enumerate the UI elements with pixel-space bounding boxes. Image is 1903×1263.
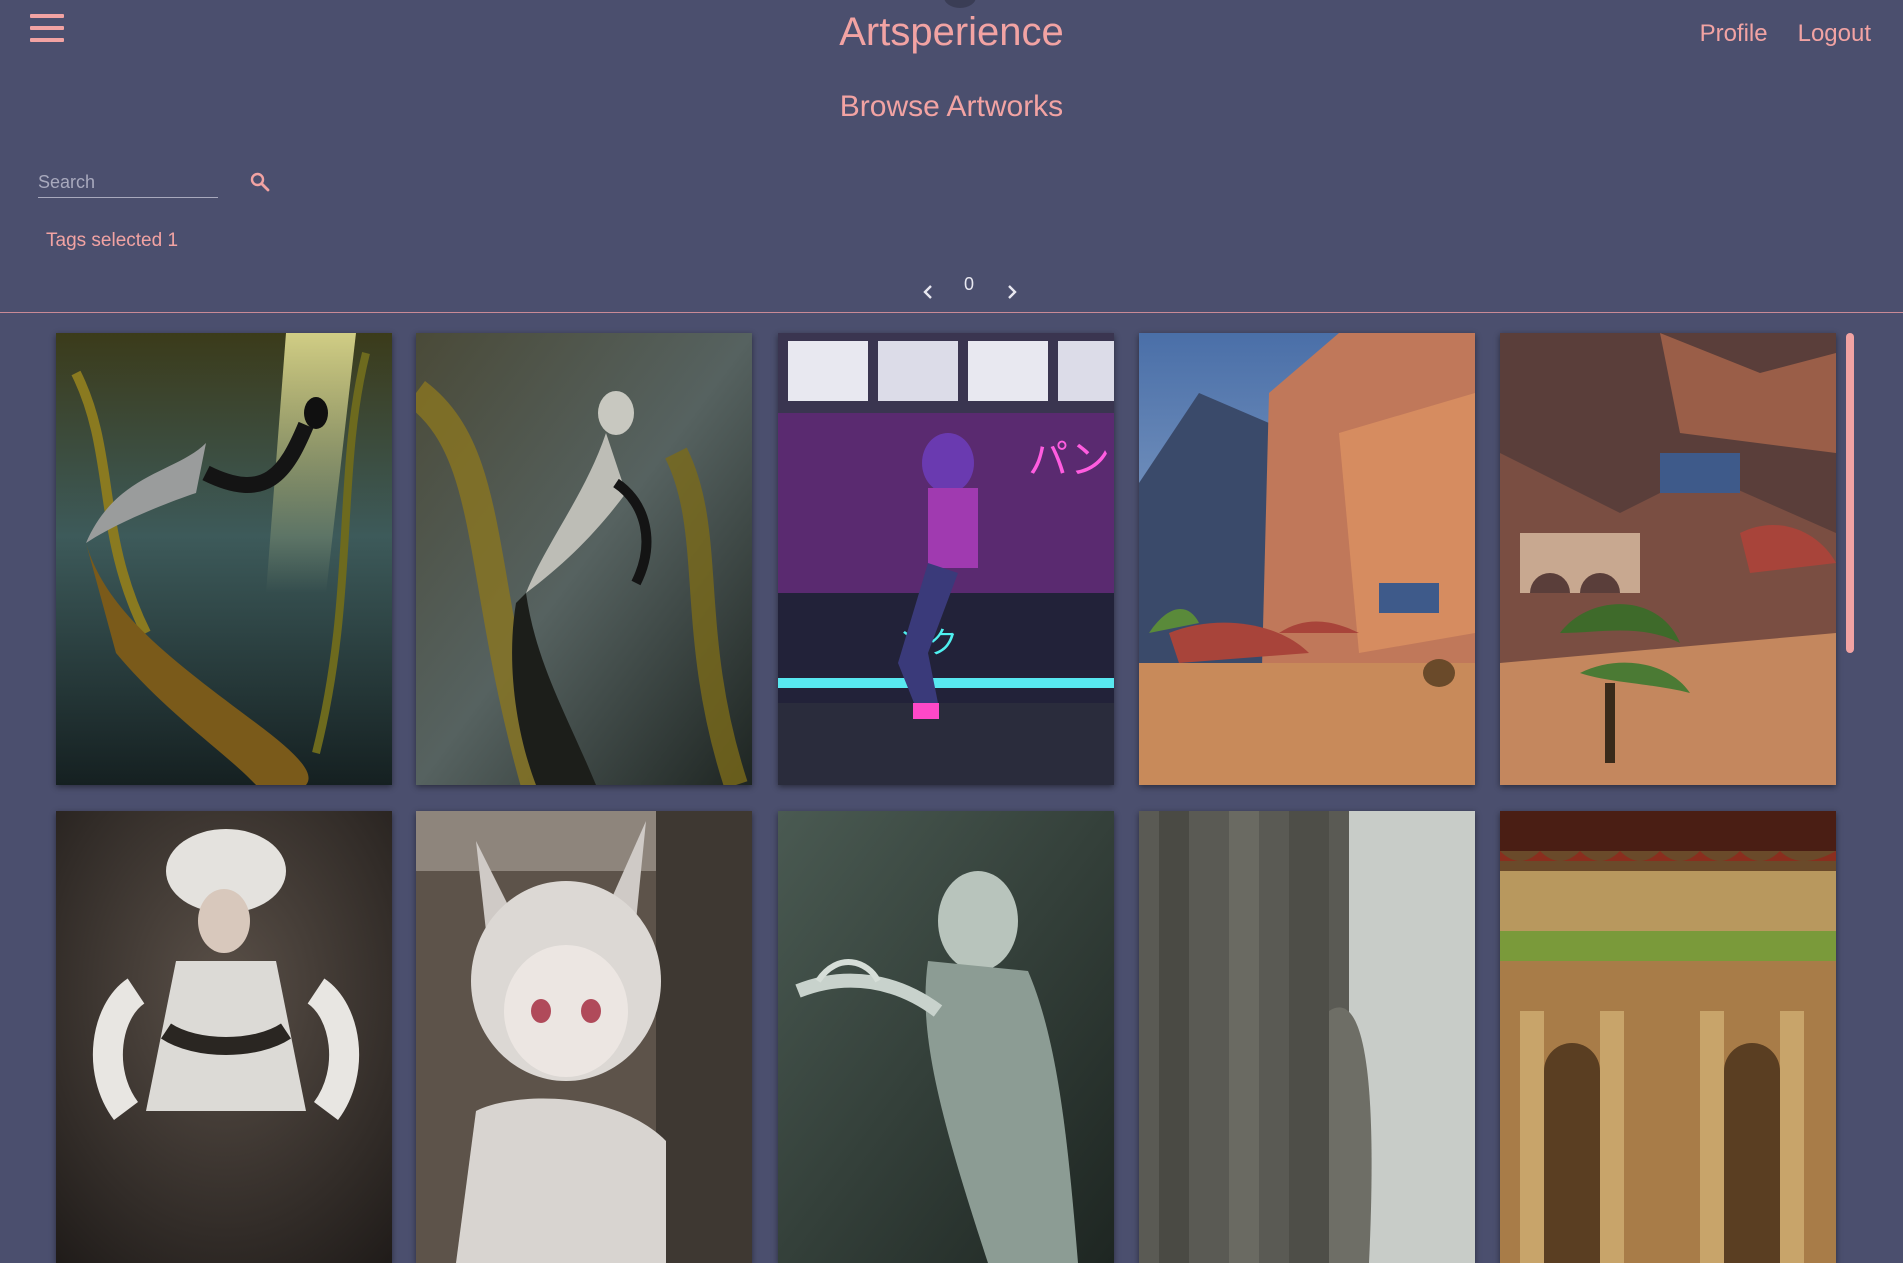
artwork-card[interactable] (56, 333, 392, 785)
page-title: Browse Artworks (839, 90, 1064, 123)
app-title: Artsperience (839, 10, 1064, 54)
profile-link[interactable]: Profile (1700, 20, 1768, 48)
artwork-image: パン ンク (778, 333, 1114, 785)
artwork-card[interactable] (1139, 811, 1475, 1263)
chevron-right-icon[interactable] (1000, 280, 1024, 304)
artwork-image (1500, 811, 1836, 1263)
artwork-image (416, 811, 752, 1263)
logout-link[interactable]: Logout (1798, 20, 1871, 48)
top-bar: Artsperience Profile Logout (0, 0, 1903, 70)
header-divider (0, 312, 1903, 313)
tags-selected-button[interactable]: Tags selected 1 (46, 230, 178, 252)
artwork-image (1500, 333, 1836, 785)
artwork-card[interactable]: パン ンク (778, 333, 1114, 785)
page-number: 0 (964, 274, 975, 294)
gallery-scrollbar[interactable] (1846, 333, 1854, 653)
artwork-card[interactable] (1139, 333, 1475, 785)
search-input[interactable] (38, 168, 218, 196)
search-field (38, 168, 218, 198)
artwork-image (778, 811, 1114, 1263)
artwork-card[interactable] (416, 333, 752, 785)
svg-text:パン: パン (1028, 437, 1110, 483)
artwork-card[interactable] (56, 811, 392, 1263)
artwork-image (56, 333, 392, 785)
top-nav: Profile Logout (1700, 20, 1871, 48)
artwork-card[interactable] (778, 811, 1114, 1263)
artwork-image (1139, 333, 1475, 785)
artwork-image (416, 333, 752, 785)
artwork-card[interactable] (1500, 333, 1836, 785)
pagination: 0 (916, 270, 1026, 306)
artwork-card[interactable] (1500, 811, 1836, 1263)
chevron-left-icon[interactable] (916, 280, 940, 304)
artwork-card[interactable] (416, 811, 752, 1263)
top-indicator (944, 0, 976, 8)
artwork-image (1139, 811, 1475, 1263)
artwork-image (56, 811, 392, 1263)
search-icon[interactable] (248, 170, 272, 194)
